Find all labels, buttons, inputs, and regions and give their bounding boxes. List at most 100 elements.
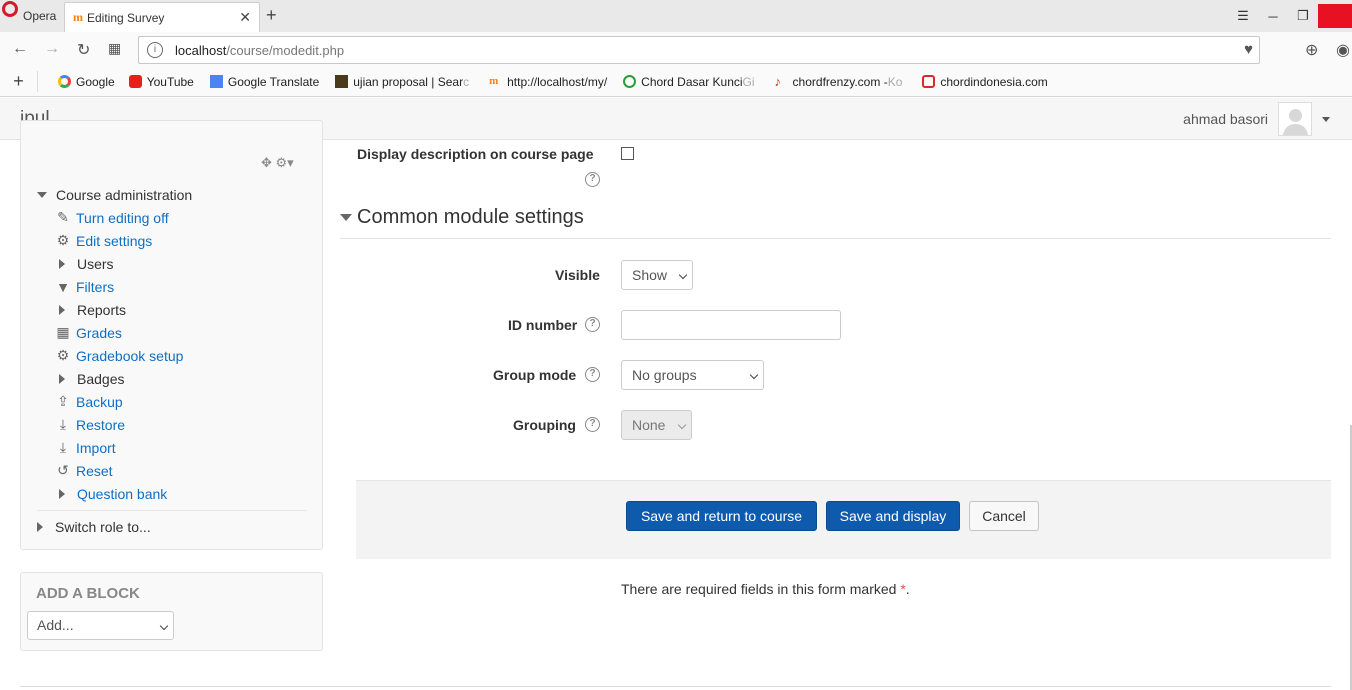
sidebar-item-label[interactable]: Edit settings [76, 233, 152, 249]
table-icon: ▦ [56, 324, 70, 340]
bookmark-chordindonesia[interactable]: chordindonesia.com [922, 75, 1048, 89]
tab-editing-survey[interactable]: m Editing Survey ✕ [64, 2, 260, 32]
opera-menu-button[interactable]: Opera [0, 0, 62, 32]
sidebar-item-reports[interactable]: Reports [55, 298, 307, 321]
back-icon[interactable]: ← [12, 40, 28, 58]
close-window-icon[interactable] [1318, 4, 1352, 28]
url-field[interactable]: i localhost/course/modedit.php ♥ [138, 36, 1260, 64]
collapse-arrow-icon [340, 214, 352, 221]
bookmark-chord-dasar[interactable]: Chord Dasar Kunci Gi [623, 74, 755, 89]
id-number-input[interactable] [621, 310, 841, 340]
download-icon[interactable]: ⊕ [1305, 40, 1318, 60]
sidebar-item-label[interactable]: Turn editing off [76, 210, 169, 226]
sidebar-item-turn-editing-off[interactable]: ✎ Turn editing off [55, 206, 307, 229]
sidebar-item-badges[interactable]: Badges [55, 367, 307, 390]
chevron-down-icon [749, 370, 759, 380]
reload-icon[interactable]: ↻ [77, 40, 90, 60]
switch-role-node[interactable]: Switch role to... [37, 515, 307, 538]
url-path: /course/modedit.php [226, 42, 345, 58]
sidebar-item-label: Reports [77, 301, 127, 318]
save-and-return-button[interactable]: Save and return to course [626, 501, 817, 531]
sidebar-item-edit-settings[interactable]: ⚙ Edit settings [55, 229, 307, 252]
site-info-icon[interactable]: i [147, 42, 163, 58]
help-icon[interactable]: ? [585, 172, 600, 187]
help-icon[interactable]: ? [585, 317, 600, 332]
caret-down-icon[interactable] [1322, 116, 1330, 122]
add-block-title: ADD A BLOCK [36, 585, 140, 602]
profile-icon[interactable]: ◉ [1336, 40, 1350, 60]
group-mode-select[interactable]: No groups [621, 360, 764, 390]
grouping-label: Grouping [513, 417, 576, 433]
sidebar-item-question-bank[interactable]: Question bank [55, 482, 307, 505]
speed-dial-icon[interactable]: ▦ [108, 40, 121, 57]
sidebar-item-gradebook-setup[interactable]: ⚙ Gradebook setup [55, 344, 307, 367]
sidebar-item-label[interactable]: Backup [76, 394, 123, 410]
grouping-select[interactable]: None [621, 410, 692, 440]
bookmark-localhost-my[interactable]: m http://localhost/my/ [489, 75, 607, 89]
sidebar-item-restore[interactable]: ⤓ Restore [55, 413, 307, 436]
bookmark-chordfrenzy[interactable]: ♪ chordfrenzy.com - Ko [775, 75, 903, 89]
avatar[interactable] [1278, 102, 1312, 136]
section-divider [340, 238, 1331, 239]
address-toolbar: ← → ↻ ▦ i localhost/course/modedit.php ♥… [0, 32, 1352, 67]
heart-icon[interactable]: ♥ [1244, 41, 1253, 58]
help-icon[interactable]: ? [585, 367, 600, 382]
grouping-select-value: None [632, 417, 666, 433]
minimize-icon[interactable]: ─ [1258, 9, 1288, 24]
bookmark-youtube[interactable]: YouTube [128, 74, 194, 89]
cancel-button[interactable]: Cancel [969, 501, 1039, 531]
sidebar-item-label[interactable]: Question bank [77, 486, 167, 502]
opera-label: Opera [23, 9, 57, 23]
maximize-icon[interactable]: ❐ [1288, 8, 1318, 24]
required-note-end: . [905, 581, 910, 597]
tab-menu-icon[interactable]: ☰ [1228, 8, 1258, 24]
sidebar-item-label[interactable]: Grades [76, 325, 122, 341]
group-mode-label: Group mode [493, 367, 577, 383]
bookmark-label-fade: Gi [742, 74, 755, 89]
bookmark-google[interactable]: Google [58, 75, 115, 89]
sidebar-item-label[interactable]: Filters [76, 279, 114, 295]
add-bookmark-icon[interactable]: + [0, 71, 38, 92]
footer-divider [20, 686, 1331, 687]
required-fields-note: There are required fields in this form m… [621, 581, 910, 597]
close-tab-icon[interactable]: ✕ [239, 9, 251, 26]
display-description-label: Display description on course page [357, 146, 594, 162]
bookmark-google-translate[interactable]: Google Translate [209, 75, 319, 89]
user-menu[interactable]: ahmad basori [1183, 102, 1330, 136]
common-module-settings-header[interactable]: Common module settings [340, 206, 584, 229]
block-settings-gear-icon[interactable]: ⚙▾ [276, 155, 294, 170]
sidebar-item-filters[interactable]: ▼ Filters [55, 275, 307, 298]
sidebar-item-backup[interactable]: ⇪ Backup [55, 390, 307, 413]
group-mode-select-value: No groups [632, 367, 697, 383]
sidebar-item-label[interactable]: Import [76, 440, 116, 456]
add-block-panel: ADD A BLOCK Add... [20, 572, 323, 651]
new-tab-icon[interactable]: + [266, 5, 277, 26]
moodle-favicon-icon: m [73, 10, 83, 24]
sidebar-item-users[interactable]: Users [55, 252, 307, 275]
visible-select[interactable]: Show [621, 260, 693, 290]
reset-icon: ↺ [57, 462, 69, 478]
sidebar-item-grades[interactable]: ▦ Grades [55, 321, 307, 344]
add-block-select[interactable]: Add... [27, 611, 174, 640]
sidebar-item-reset[interactable]: ↺ Reset [55, 459, 307, 482]
switch-role-label: Switch role to... [55, 518, 151, 535]
moodle-icon: m [489, 75, 499, 87]
bookmark-ujian-proposal[interactable]: ujian proposal | Sear c [335, 75, 469, 89]
help-icon[interactable]: ? [585, 417, 600, 432]
admin-tree: Course administration ✎ Turn editing off… [37, 183, 307, 538]
forward-icon[interactable]: → [44, 40, 60, 58]
course-administration-node[interactable]: Course administration [37, 183, 307, 206]
move-icon[interactable]: ✥ [261, 155, 272, 170]
block-actions: ✥ ⚙▾ [261, 155, 294, 171]
sidebar-item-label[interactable]: Gradebook setup [76, 348, 183, 364]
bookmark-label-fade: c [463, 74, 470, 89]
sidebar-item-import[interactable]: ⤓ Import [55, 436, 307, 459]
sidebar-item-label[interactable]: Restore [76, 417, 125, 433]
chevron-down-icon [678, 270, 688, 280]
sidebar-item-label: Users [77, 255, 114, 272]
sidebar-item-label[interactable]: Reset [76, 463, 113, 479]
username[interactable]: ahmad basori [1183, 111, 1268, 127]
save-and-display-button[interactable]: Save and display [826, 501, 960, 531]
bookmark-label: YouTube [146, 74, 194, 89]
display-description-checkbox[interactable] [621, 147, 634, 160]
